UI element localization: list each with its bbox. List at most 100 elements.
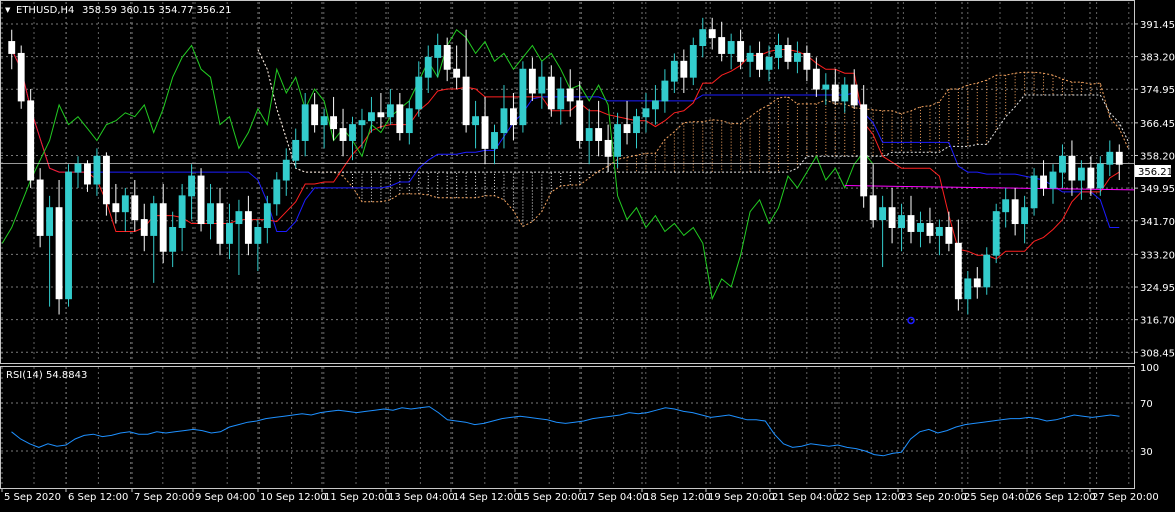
y-tick-label: 324.95: [1140, 283, 1175, 294]
candle-body: [651, 100, 659, 110]
candle-body: [93, 155, 101, 185]
x-tick-label: 22 Sep 12:00: [837, 492, 904, 503]
y-tick-label: 391.45: [1140, 20, 1175, 31]
candle-body: [150, 203, 158, 236]
x-tick-label: 7 Sep 20:00: [134, 492, 194, 503]
x-tick-label: 21 Sep 04:00: [772, 492, 839, 503]
candle-body: [1068, 155, 1076, 181]
candle-body: [869, 195, 877, 221]
candle-body: [831, 84, 839, 102]
candle-body: [680, 60, 688, 78]
candle-body: [519, 68, 527, 126]
candle-body: [812, 68, 820, 90]
x-tick-label: 5 Sep 2020: [4, 492, 61, 503]
candle-body: [510, 108, 517, 126]
candle-body: [65, 171, 72, 300]
candle-body: [670, 60, 678, 82]
candle-body: [642, 108, 650, 118]
candle-body: [576, 100, 584, 141]
candle-body: [793, 52, 801, 62]
candle-body: [822, 84, 830, 90]
candle-body: [784, 45, 792, 62]
candle-body: [689, 45, 697, 78]
candle-body: [850, 84, 858, 106]
candle-body: [244, 211, 252, 244]
candle-body: [1021, 207, 1029, 225]
y-tick-label: 333.20: [1140, 250, 1175, 261]
x-tick-label: 10 Sep 12:00: [260, 492, 327, 503]
candle-body: [727, 41, 735, 54]
candle-body: [1059, 155, 1066, 173]
candle-body: [443, 45, 451, 70]
candle-body: [917, 223, 924, 232]
rsi-tick-label: 70: [1140, 399, 1153, 410]
ohlc-readout: 358.59 360.15 354.77 356.21: [82, 5, 232, 16]
x-tick-label: 15 Sep 20:00: [517, 492, 584, 503]
x-tick-label: 25 Sep 04:00: [964, 492, 1031, 503]
candle-body: [207, 203, 214, 225]
rsi-tick-label: 100: [1140, 363, 1159, 374]
candle-body: [197, 175, 205, 225]
candle-body: [8, 41, 16, 54]
candle-body: [1077, 167, 1085, 181]
candle-body: [226, 223, 233, 244]
candle-body: [358, 120, 366, 126]
y-tick-label: 383.20: [1140, 53, 1175, 64]
candle-body: [481, 116, 489, 149]
candle-body: [898, 215, 905, 228]
x-tick-label: 11 Sep 20:00: [324, 492, 391, 503]
candle-body: [528, 68, 536, 94]
low-marker-icon: [907, 316, 915, 325]
candle-body: [860, 104, 868, 197]
candle-body: [1002, 199, 1010, 213]
rsi-line: [11, 406, 1120, 457]
candle-body: [121, 195, 129, 213]
y-tick-label: 374.95: [1140, 85, 1175, 96]
svg-text:356.21: 356.21: [1138, 167, 1173, 178]
candle-body: [36, 179, 44, 236]
candle-body: [396, 104, 404, 134]
x-tick-label: 23 Sep 20:00: [900, 492, 967, 503]
candle-body: [17, 52, 25, 102]
candle-body: [301, 104, 309, 141]
candle-body: [178, 195, 186, 228]
y-tick-label: 308.45: [1140, 348, 1175, 359]
main-pane-border: [0, 0, 1135, 364]
x-tick-label: 18 Sep 12:00: [644, 492, 711, 503]
chart-menu-triangle-icon[interactable]: ▼: [5, 6, 11, 14]
candle-body: [1115, 151, 1123, 165]
candle-body: [377, 112, 385, 118]
candle-body: [453, 68, 461, 78]
candle-body: [1087, 167, 1095, 189]
candle-body: [604, 139, 612, 157]
candle-body: [112, 203, 120, 213]
ichimoku-lines: [1, 28, 1135, 301]
candle-body: [1106, 151, 1114, 165]
candle-body: [169, 226, 177, 252]
candle-body: [992, 211, 1000, 256]
candle-body: [699, 29, 707, 47]
candle-body: [964, 278, 972, 300]
symbol-timeframe: ETHUSD,H4: [16, 5, 74, 16]
candle-body: [1040, 175, 1047, 189]
candles: [8, 17, 1123, 325]
candle-body: [263, 203, 271, 228]
candle-body: [661, 80, 669, 102]
chart-canvas[interactable]: 391.45 383.20 374.95 366.45 358.20 349.95 341.…: [0, 0, 1175, 508]
candle-body: [216, 203, 224, 244]
axes: 391.45 383.20 374.95 366.45 358.20 349.95 341.…: [1, 20, 1175, 503]
candle-body: [292, 139, 300, 161]
kijun-sen-line: [11, 49, 1120, 232]
candle-body: [462, 76, 470, 126]
y-tick-label: 358.20: [1140, 151, 1175, 162]
candle-body: [1030, 175, 1038, 209]
candle-body: [188, 175, 196, 197]
candle-body: [74, 163, 82, 173]
candle-body: [926, 223, 934, 236]
chart-window[interactable]: 391.45 383.20 374.95 366.45 358.20 349.95 341.…: [0, 0, 1175, 508]
y-tick-label: 341.70: [1140, 217, 1175, 228]
x-tick-label: 26 Sep 12:00: [1029, 492, 1096, 503]
candle-body: [273, 179, 281, 205]
x-tick-label: 17 Sep 04:00: [582, 492, 649, 503]
candle-body: [405, 108, 413, 134]
